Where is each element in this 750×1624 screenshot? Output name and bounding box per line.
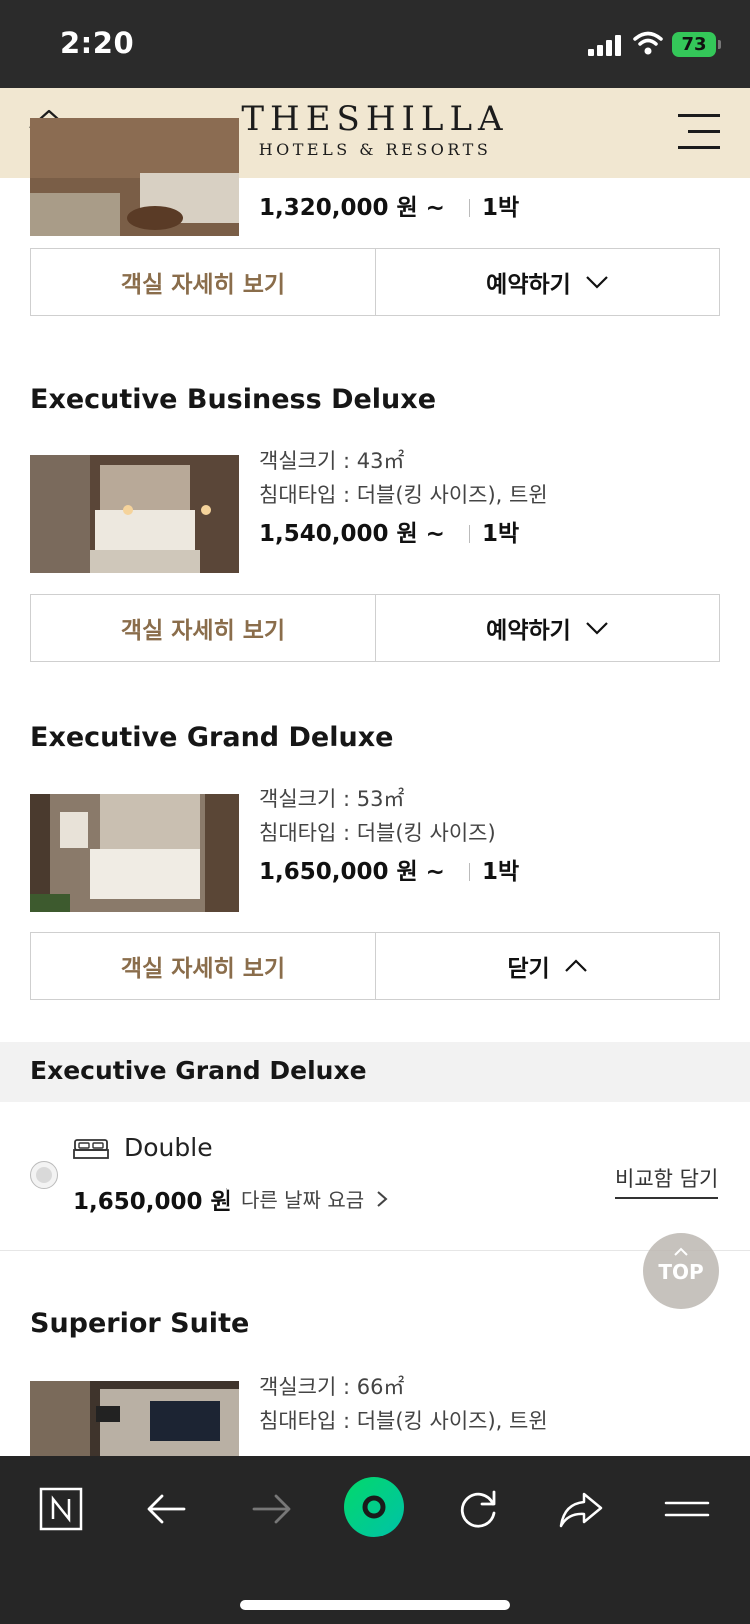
cellular-signal-icon xyxy=(588,34,622,56)
rate-price: 1,650,000 원 xyxy=(73,1189,232,1215)
section-divider xyxy=(0,1250,750,1251)
room-actions: 객실 자세히 보기 닫기 xyxy=(30,932,720,1000)
scroll-top-button[interactable]: TOP xyxy=(643,1233,719,1309)
room-photo[interactable] xyxy=(30,1381,239,1456)
reserve-label: 예약하기 xyxy=(486,618,571,644)
price-text: 1,540,000 원 ~ xyxy=(259,521,445,547)
chevron-up-icon xyxy=(564,959,587,972)
room-size: 객실크기 : 53㎡ xyxy=(259,787,405,811)
refresh-icon[interactable] xyxy=(453,1484,503,1534)
add-to-compare-button[interactable]: 비교함 담기 xyxy=(615,1163,719,1199)
chevron-right-icon xyxy=(377,1191,388,1207)
room-price: 1,320,000 원 ~ 1박 xyxy=(259,188,519,222)
room-detail-button[interactable]: 객실 자세히 보기 xyxy=(31,595,376,661)
reserve-label: 예약하기 xyxy=(486,272,571,298)
room-bed-type: 침대타입 : 더블(킹 사이즈), 트윈 xyxy=(259,1409,548,1433)
share-icon[interactable] xyxy=(556,1484,606,1534)
logo-sub-text: HOTELS & RESORTS xyxy=(258,140,492,159)
room-detail-button[interactable]: 객실 자세히 보기 xyxy=(31,933,376,999)
green-dot-icon[interactable] xyxy=(343,1476,405,1538)
room-actions: 객실 자세히 보기 예약하기 xyxy=(30,594,720,662)
room-title: Executive Business Deluxe xyxy=(30,384,437,415)
rate-option-title: Executive Grand Deluxe xyxy=(30,1056,367,1085)
room-title: Executive Grand Deluxe xyxy=(30,722,394,753)
back-arrow-icon[interactable] xyxy=(142,1484,192,1534)
status-time: 2:20 xyxy=(60,26,135,60)
room-info: 객실크기 : 53㎡ 침대타입 : 더블(킹 사이즈) xyxy=(259,782,496,850)
browser-toolbar xyxy=(0,1456,750,1624)
home-indicator xyxy=(240,1600,510,1610)
room-info: 객실크기 : 43㎡ 침대타입 : 더블(킹 사이즈), 트윈 xyxy=(259,444,548,512)
room-info: 객실크기 : 66㎡ 침대타입 : 더블(킹 사이즈), 트윈 xyxy=(259,1370,548,1438)
chevron-up-icon xyxy=(674,1247,688,1256)
room-photo xyxy=(30,118,239,236)
rate-option-radio[interactable] xyxy=(30,1161,58,1189)
bed-icon xyxy=(73,1139,109,1159)
room-actions: 객실 자세히 보기 예약하기 xyxy=(30,248,720,316)
nights-text: 1박 xyxy=(481,521,520,547)
other-dates-link[interactable]: 다른 날짜 요금 xyxy=(241,1184,364,1213)
menu-lines-icon[interactable] xyxy=(662,1484,712,1534)
room-size: 객실크기 : 43㎡ xyxy=(259,449,405,473)
scroll-top-label: TOP xyxy=(658,1260,704,1284)
hotel-logo[interactable]: THESHILLA HOTELS & RESORTS xyxy=(200,98,550,160)
forward-arrow-icon[interactable] xyxy=(246,1484,296,1534)
rate-divider xyxy=(226,1188,227,1206)
status-bar: 2:20 73 xyxy=(0,0,750,88)
battery-icon: 73 xyxy=(672,32,716,57)
reserve-button[interactable]: 예약하기 xyxy=(376,249,719,315)
nights-text: 1박 xyxy=(481,859,520,885)
close-label: 닫기 xyxy=(507,956,550,982)
chevron-down-icon xyxy=(586,276,608,289)
wifi-icon xyxy=(633,31,663,55)
naver-n-icon[interactable] xyxy=(36,1484,86,1534)
room-price: 1,540,000 원 ~ 1박 xyxy=(259,514,519,548)
room-size: 객실크기 : 66㎡ xyxy=(259,1375,405,1399)
room-title: Superior Suite xyxy=(30,1308,250,1339)
rate-bed-type: Double xyxy=(124,1133,213,1162)
room-bed-type: 침대타입 : 더블(킹 사이즈) xyxy=(259,821,496,845)
room-price: 1,650,000 원 ~ 1박 xyxy=(259,852,519,886)
close-button[interactable]: 닫기 xyxy=(376,933,719,999)
room-photo[interactable] xyxy=(30,455,239,573)
nights-text: 1박 xyxy=(481,195,520,221)
price-text: 1,320,000 원 ~ xyxy=(259,195,445,221)
battery-tip xyxy=(718,40,721,49)
room-photo[interactable] xyxy=(30,794,239,912)
rate-option-header: Executive Grand Deluxe xyxy=(0,1042,750,1102)
room-bed-type: 침대타입 : 더블(킹 사이즈), 트윈 xyxy=(259,483,548,507)
chevron-down-icon xyxy=(586,622,608,635)
price-text: 1,650,000 원 ~ xyxy=(259,859,445,885)
hamburger-menu-icon[interactable] xyxy=(678,112,720,152)
room-detail-button[interactable]: 객실 자세히 보기 xyxy=(31,249,376,315)
logo-main-text: THESHILLA xyxy=(241,99,509,139)
reserve-button[interactable]: 예약하기 xyxy=(376,595,719,661)
